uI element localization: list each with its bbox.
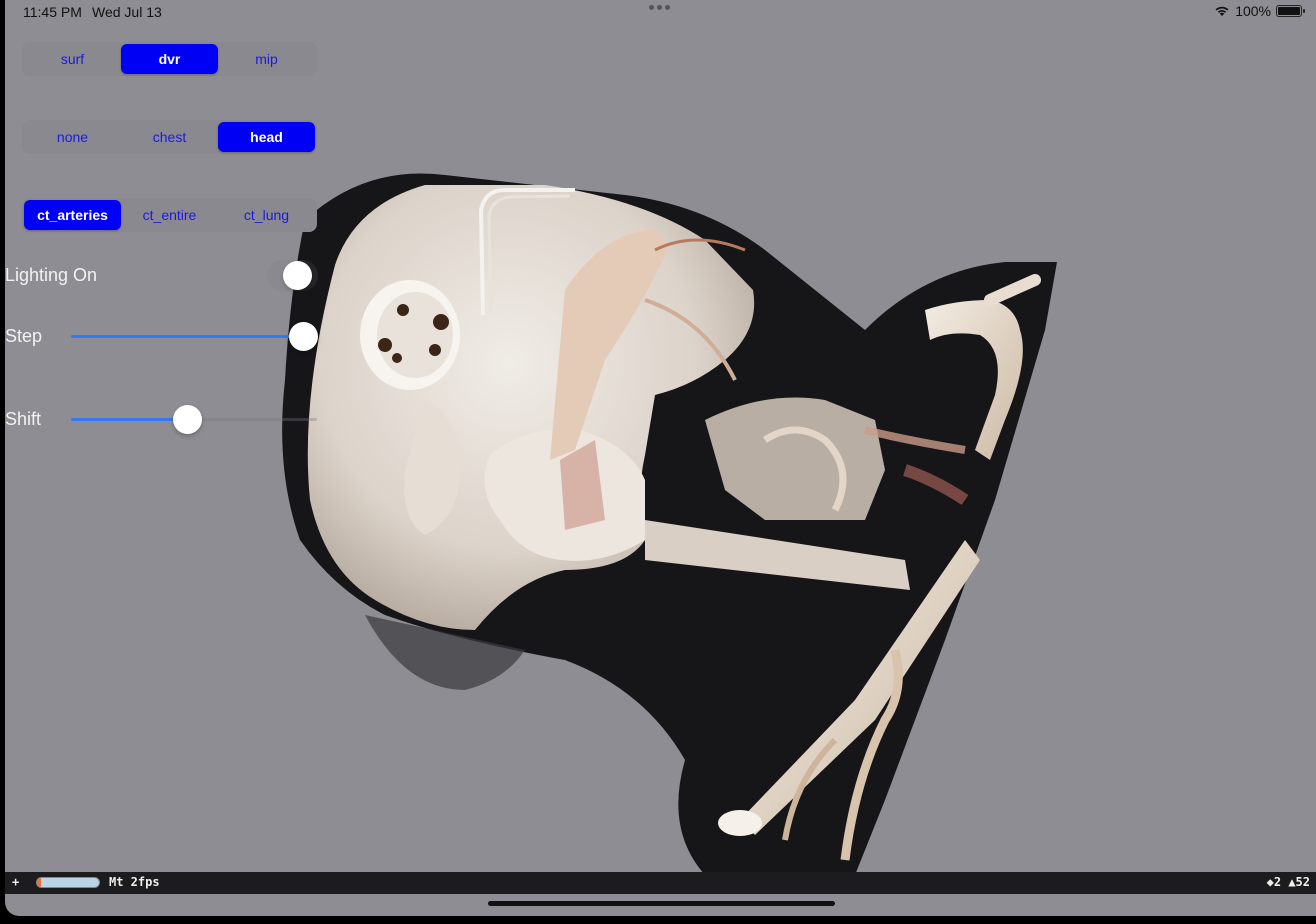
segment-ct-lung[interactable]: ct_lung: [218, 200, 315, 230]
shift-slider-thumb[interactable]: [173, 405, 202, 434]
segment-surf[interactable]: surf: [24, 44, 121, 74]
wifi-icon: [1215, 6, 1229, 16]
step-label: Step: [5, 326, 43, 346]
render-stats: ◆2 ▲52: [1266, 875, 1310, 889]
segment-ct-entire[interactable]: ct_entire: [121, 200, 218, 230]
status-date: Wed Jul 13: [92, 4, 162, 20]
home-indicator[interactable]: [488, 901, 835, 906]
battery-percent: 100%: [1235, 3, 1271, 19]
segment-none[interactable]: none: [24, 122, 121, 152]
transfer-function-segmented-control: ct_arteries ct_entire ct_lung: [22, 198, 317, 232]
battery-icon: [1276, 5, 1305, 17]
shift-slider[interactable]: [71, 404, 317, 434]
debug-expand-button[interactable]: +: [12, 875, 19, 889]
fps-readout: Mt 2fps: [109, 875, 160, 889]
segment-ct-arteries[interactable]: ct_arteries: [24, 200, 121, 230]
shift-slider-fill: [71, 418, 187, 421]
lighting-toggle-knob[interactable]: [283, 261, 312, 290]
step-slider[interactable]: [71, 321, 318, 351]
status-right-group: 100%: [1214, 3, 1305, 19]
app-screen: 11:45 PM Wed Jul 13 100% surf dvr mip no…: [5, 0, 1316, 916]
shift-label: Shift: [5, 409, 42, 429]
status-time: 11:45 PM: [23, 4, 82, 20]
render-mode-segmented-control: surf dvr mip: [22, 42, 317, 76]
frame-time-meter: [36, 877, 100, 888]
body-preset-segmented-control: none chest head: [22, 120, 317, 154]
lighting-label: Lighting On: [5, 265, 98, 285]
step-slider-fill: [71, 335, 303, 338]
debug-hud-bar: + Mt 2fps ◆2 ▲52: [5, 872, 1316, 894]
segment-dvr[interactable]: dvr: [121, 44, 218, 74]
step-slider-thumb[interactable]: [289, 322, 318, 351]
segment-chest[interactable]: chest: [121, 122, 218, 152]
segment-head[interactable]: head: [218, 122, 315, 152]
segment-mip[interactable]: mip: [218, 44, 315, 74]
multitasking-menu-icon[interactable]: [649, 5, 670, 10]
